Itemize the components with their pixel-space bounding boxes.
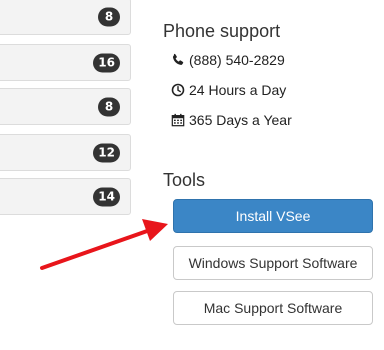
mac-support-software-button[interactable]: Mac Support Software <box>173 291 373 325</box>
phone-icon <box>171 53 185 67</box>
clock-icon <box>171 83 185 97</box>
count-badge: 8 <box>98 97 120 116</box>
category-item[interactable]: 14 <box>0 178 131 215</box>
category-item[interactable]: 12 <box>0 134 131 171</box>
count-badge: 16 <box>93 53 120 72</box>
hours-text: 24 Hours a Day <box>189 82 287 98</box>
windows-support-software-button[interactable]: Windows Support Software <box>173 246 373 280</box>
tools-heading: Tools <box>163 170 206 190</box>
hours-row: 24 Hours a Day <box>171 82 286 98</box>
category-item[interactable]: 8 <box>0 88 131 125</box>
install-vsee-button[interactable]: Install VSee <box>173 199 373 233</box>
count-badge: 14 <box>93 187 120 206</box>
category-item[interactable]: 16 <box>0 44 131 81</box>
days-text: 365 Days a Year <box>189 112 292 128</box>
count-badge: 8 <box>98 7 120 26</box>
phone-number: (888) 540-2829 <box>189 52 285 68</box>
support-page: 8 16 8 12 14 Phone support (888) 540-282… <box>0 0 384 350</box>
phone-support-heading: Phone support <box>163 21 281 41</box>
calendar-icon <box>171 113 185 127</box>
count-badge: 12 <box>93 143 120 162</box>
phone-row: (888) 540-2829 <box>171 52 285 68</box>
category-item[interactable]: 8 <box>0 0 131 35</box>
days-row: 365 Days a Year <box>171 112 292 128</box>
